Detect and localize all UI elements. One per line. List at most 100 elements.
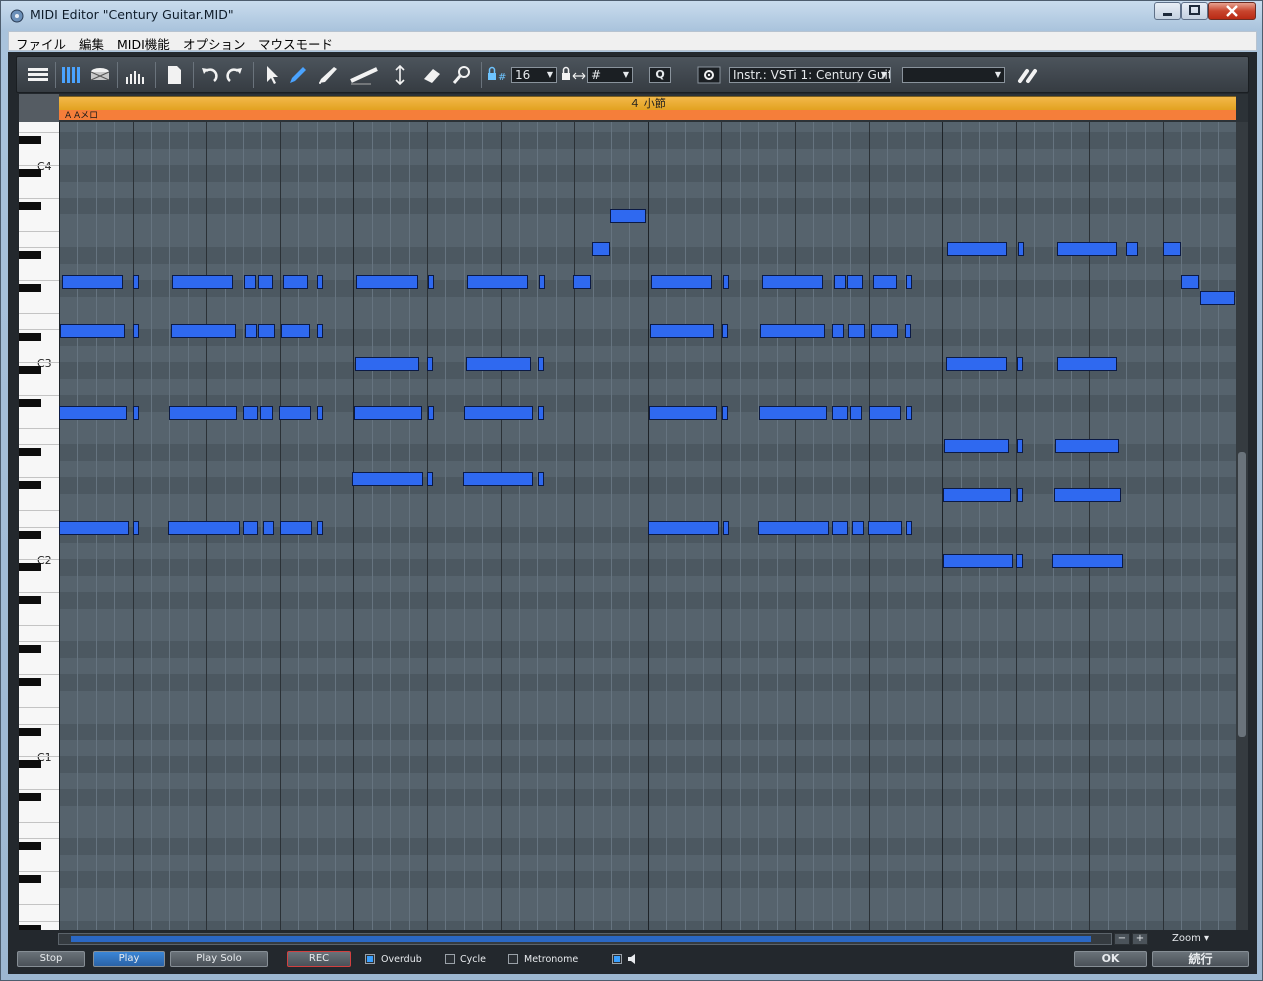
midi-note[interactable] (906, 275, 912, 289)
midi-note[interactable] (944, 439, 1009, 453)
length-select[interactable]: # ▼ (587, 67, 633, 83)
lock-length-icon[interactable] (561, 65, 587, 85)
midi-note[interactable] (905, 324, 911, 338)
metronome-checkbox[interactable] (508, 954, 518, 964)
midi-note[interactable] (906, 521, 912, 535)
midi-note[interactable] (758, 521, 829, 535)
midi-note[interactable] (946, 357, 1007, 371)
midi-note[interactable] (539, 275, 545, 289)
midi-note[interactable] (317, 324, 323, 338)
midi-note[interactable] (133, 324, 139, 338)
list-view-icon[interactable] (27, 65, 49, 85)
new-page-icon[interactable] (163, 65, 185, 85)
cycle-checkbox[interactable] (445, 954, 455, 964)
line-tool-icon[interactable] (349, 65, 379, 85)
midi-note[interactable] (427, 357, 433, 371)
midi-note[interactable] (133, 275, 139, 289)
black-key[interactable] (19, 530, 41, 539)
black-key[interactable] (19, 596, 41, 605)
rec-button[interactable]: REC (287, 951, 351, 967)
note-grid[interactable] (59, 122, 1236, 930)
vertical-scrollbar[interactable] (1236, 122, 1248, 930)
midi-note[interactable] (352, 472, 423, 486)
play-button[interactable]: Play (93, 951, 165, 967)
maximize-button[interactable] (1181, 2, 1208, 20)
midi-note[interactable] (722, 324, 728, 338)
midi-note[interactable] (1018, 242, 1024, 256)
menu-mouse-mode[interactable]: マウスモード (258, 34, 333, 53)
midi-note[interactable] (60, 324, 125, 338)
midi-note[interactable] (722, 406, 728, 420)
midi-note[interactable] (649, 406, 717, 420)
menu-options[interactable]: オプション (183, 34, 246, 53)
midi-note[interactable] (283, 275, 308, 289)
midi-note[interactable] (759, 406, 827, 420)
midi-note[interactable] (356, 275, 418, 289)
midi-note[interactable] (832, 406, 848, 420)
midi-note[interactable] (317, 406, 323, 420)
play-solo-button[interactable]: Play Solo (170, 951, 268, 967)
midi-note[interactable] (258, 275, 273, 289)
midi-note[interactable] (871, 324, 898, 338)
black-key[interactable] (19, 924, 41, 930)
undo-icon[interactable] (199, 65, 221, 85)
velocity-icon[interactable] (125, 65, 147, 85)
midi-note[interactable] (538, 472, 544, 486)
link-icon[interactable] (1017, 65, 1041, 85)
midi-note[interactable] (355, 357, 419, 371)
midi-note[interactable] (868, 521, 902, 535)
black-key[interactable] (19, 481, 41, 490)
midi-note[interactable] (317, 275, 323, 289)
black-key[interactable] (19, 793, 41, 802)
title-bar[interactable]: MIDI Editor "Century Guitar.MID" (1, 1, 1262, 31)
midi-note[interactable] (168, 521, 240, 535)
horizontal-scrollbar-thumb[interactable] (71, 936, 1091, 942)
horizontal-scrollbar[interactable] (58, 933, 1112, 945)
midi-note[interactable] (1200, 291, 1235, 305)
black-key[interactable] (19, 136, 41, 145)
bar-range-strip[interactable]: ４ 小節 (59, 96, 1236, 110)
midi-note[interactable] (280, 521, 312, 535)
zoom-out-button[interactable]: − (1114, 933, 1130, 945)
drum-editor-icon[interactable] (89, 65, 111, 85)
midi-note[interactable] (573, 275, 591, 289)
midi-note[interactable] (245, 324, 257, 338)
black-key[interactable] (19, 678, 41, 687)
piano-keyboard[interactable]: C4 C3 C2 C1 (19, 122, 59, 930)
midi-note[interactable] (428, 406, 434, 420)
midi-note[interactable] (1017, 439, 1023, 453)
midi-note[interactable] (723, 275, 729, 289)
midi-note[interactable] (172, 275, 233, 289)
eraser-icon[interactable] (421, 65, 443, 85)
midi-note[interactable] (279, 406, 311, 420)
midi-note[interactable] (169, 406, 237, 420)
midi-note[interactable] (354, 406, 422, 420)
midi-note[interactable] (1016, 554, 1023, 568)
menu-edit[interactable]: 編集 (79, 34, 104, 53)
black-key[interactable] (19, 333, 41, 342)
midi-note[interactable] (873, 275, 897, 289)
channel-select[interactable]: ▼ (902, 67, 1005, 83)
midi-note[interactable] (59, 521, 129, 535)
menu-file[interactable]: ファイル (16, 34, 66, 53)
midi-note[interactable] (463, 472, 533, 486)
midi-note[interactable] (538, 357, 544, 371)
midi-note[interactable] (243, 406, 258, 420)
midi-note[interactable] (1163, 242, 1181, 256)
midi-note[interactable] (260, 406, 273, 420)
midi-note[interactable] (906, 406, 912, 420)
midi-note[interactable] (133, 406, 139, 420)
midi-note[interactable] (62, 275, 123, 289)
stop-button[interactable]: Stop (17, 951, 85, 967)
midi-note[interactable] (651, 275, 712, 289)
brush-icon[interactable] (317, 65, 339, 85)
black-key[interactable] (19, 563, 41, 572)
black-key[interactable] (19, 875, 41, 884)
midi-note[interactable] (1057, 242, 1117, 256)
redo-icon[interactable] (223, 65, 245, 85)
ok-button[interactable]: OK (1074, 951, 1147, 967)
black-key[interactable] (19, 760, 41, 769)
midi-note[interactable] (1055, 439, 1119, 453)
midi-note[interactable] (847, 275, 863, 289)
midi-note[interactable] (650, 324, 714, 338)
